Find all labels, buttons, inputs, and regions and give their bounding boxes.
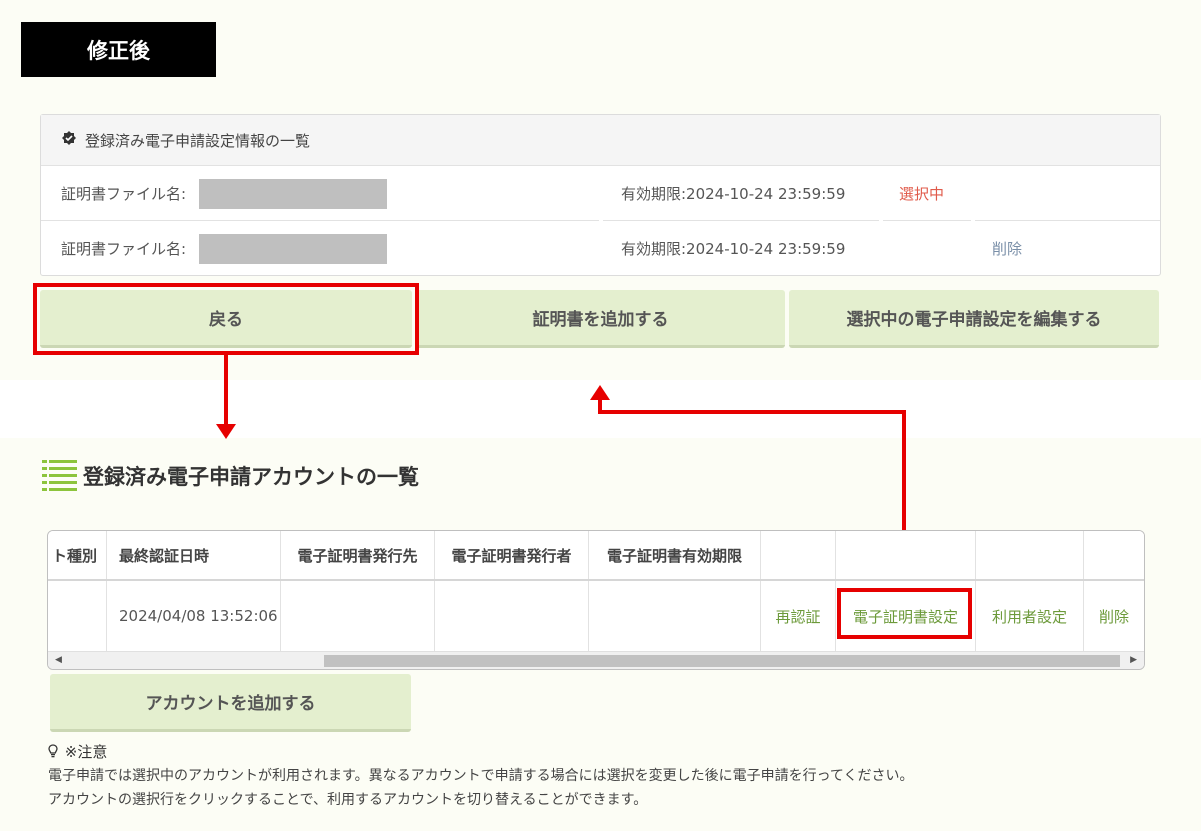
column-header: ト種別: [48, 531, 107, 579]
account-list-heading: 登録済み電子申請アカウントの一覧: [42, 460, 419, 491]
panel-title: 登録済み電子申請設定情報の一覧: [85, 131, 311, 150]
delete-link[interactable]: 削除: [992, 238, 1022, 259]
last-auth-cell: 2024/04/08 13:52:06: [107, 581, 281, 651]
table-cell: [281, 581, 435, 651]
note-line: アカウントの選択行をクリックすることで、利用するアカウントを切り替えることができ…: [48, 792, 648, 808]
add-account-button[interactable]: アカウントを追加する: [50, 674, 411, 732]
note-title: ※注意: [64, 743, 108, 761]
arrow-line-horizontal: [598, 410, 906, 414]
masked-file-name: [199, 234, 387, 264]
scroll-thumb[interactable]: [324, 655, 1120, 667]
arrow-line-down: [224, 355, 228, 427]
panel-header: 登録済み電子申請設定情報の一覧: [41, 115, 1160, 166]
reauth-link[interactable]: 再認証: [761, 581, 836, 651]
column-header: 最終認証日時: [107, 531, 281, 579]
table-cell: [435, 581, 589, 651]
column-header: [1084, 531, 1144, 579]
account-table: ト種別 最終認証日時 電子証明書発行先 電子証明書発行者 電子証明書有効期限 2…: [47, 530, 1145, 670]
column-header: 電子証明書有効期限: [589, 531, 761, 579]
table-header-row: ト種別 最終認証日時 電子証明書発行先 電子証明書発行者 電子証明書有効期限: [48, 531, 1144, 581]
note-heading: ※注意: [48, 741, 107, 762]
arrow-line-up: [598, 398, 602, 414]
column-header: [836, 531, 976, 579]
edit-selected-setting-button[interactable]: 選択中の電子申請設定を編集する: [789, 290, 1159, 348]
delete-link[interactable]: 削除: [1084, 581, 1144, 651]
selected-status: 選択中: [899, 185, 945, 203]
column-header: 電子証明書発行者: [435, 531, 589, 579]
column-header: [976, 531, 1084, 579]
column-header: [761, 531, 836, 579]
user-setting-link[interactable]: 利用者設定: [976, 581, 1084, 651]
back-button[interactable]: 戻る: [40, 290, 412, 348]
horizontal-scrollbar[interactable]: ◀ ▶: [48, 651, 1144, 669]
scroll-left-icon[interactable]: ◀: [55, 655, 62, 665]
file-name-label: 証明書ファイル名:: [61, 185, 187, 203]
masked-file-name: [199, 179, 387, 209]
badge-icon: [61, 130, 77, 150]
expiry-text: 有効期限:2024-10-24 23:59:59: [621, 240, 846, 258]
scroll-right-icon[interactable]: ▶: [1130, 655, 1137, 665]
arrow-up-head-icon: [590, 385, 610, 400]
table-cell: [48, 581, 107, 651]
account-list-title: 登録済み電子申請アカウントの一覧: [83, 464, 419, 489]
list-icon: [42, 460, 77, 491]
expiry-text: 有効期限:2024-10-24 23:59:59: [621, 185, 846, 203]
note-line: 電子申請では選択中のアカウントが利用されます。異なるアカウントで申請する場合には…: [48, 768, 914, 784]
settings-row[interactable]: 証明書ファイル名: 有効期限:2024-10-24 23:59:59 削除: [41, 221, 1160, 275]
settings-panel: 登録済み電子申請設定情報の一覧 証明書ファイル名: 有効期限:2024-10-2…: [40, 114, 1161, 276]
arrow-down-head-icon: [216, 424, 236, 439]
file-name-label: 証明書ファイル名:: [61, 240, 187, 258]
column-header: 電子証明書発行先: [281, 531, 435, 579]
lightbulb-icon: [48, 744, 58, 758]
settings-row[interactable]: 証明書ファイル名: 有効期限:2024-10-24 23:59:59 選択中: [41, 166, 1160, 221]
add-certificate-button[interactable]: 証明書を追加する: [416, 290, 785, 348]
table-row[interactable]: 2024/04/08 13:52:06 再認証 電子証明書設定 利用者設定 削除: [48, 581, 1144, 651]
after-fix-label: 修正後: [21, 22, 216, 77]
certificate-setting-link[interactable]: 電子証明書設定: [836, 581, 976, 651]
table-cell: [589, 581, 761, 651]
